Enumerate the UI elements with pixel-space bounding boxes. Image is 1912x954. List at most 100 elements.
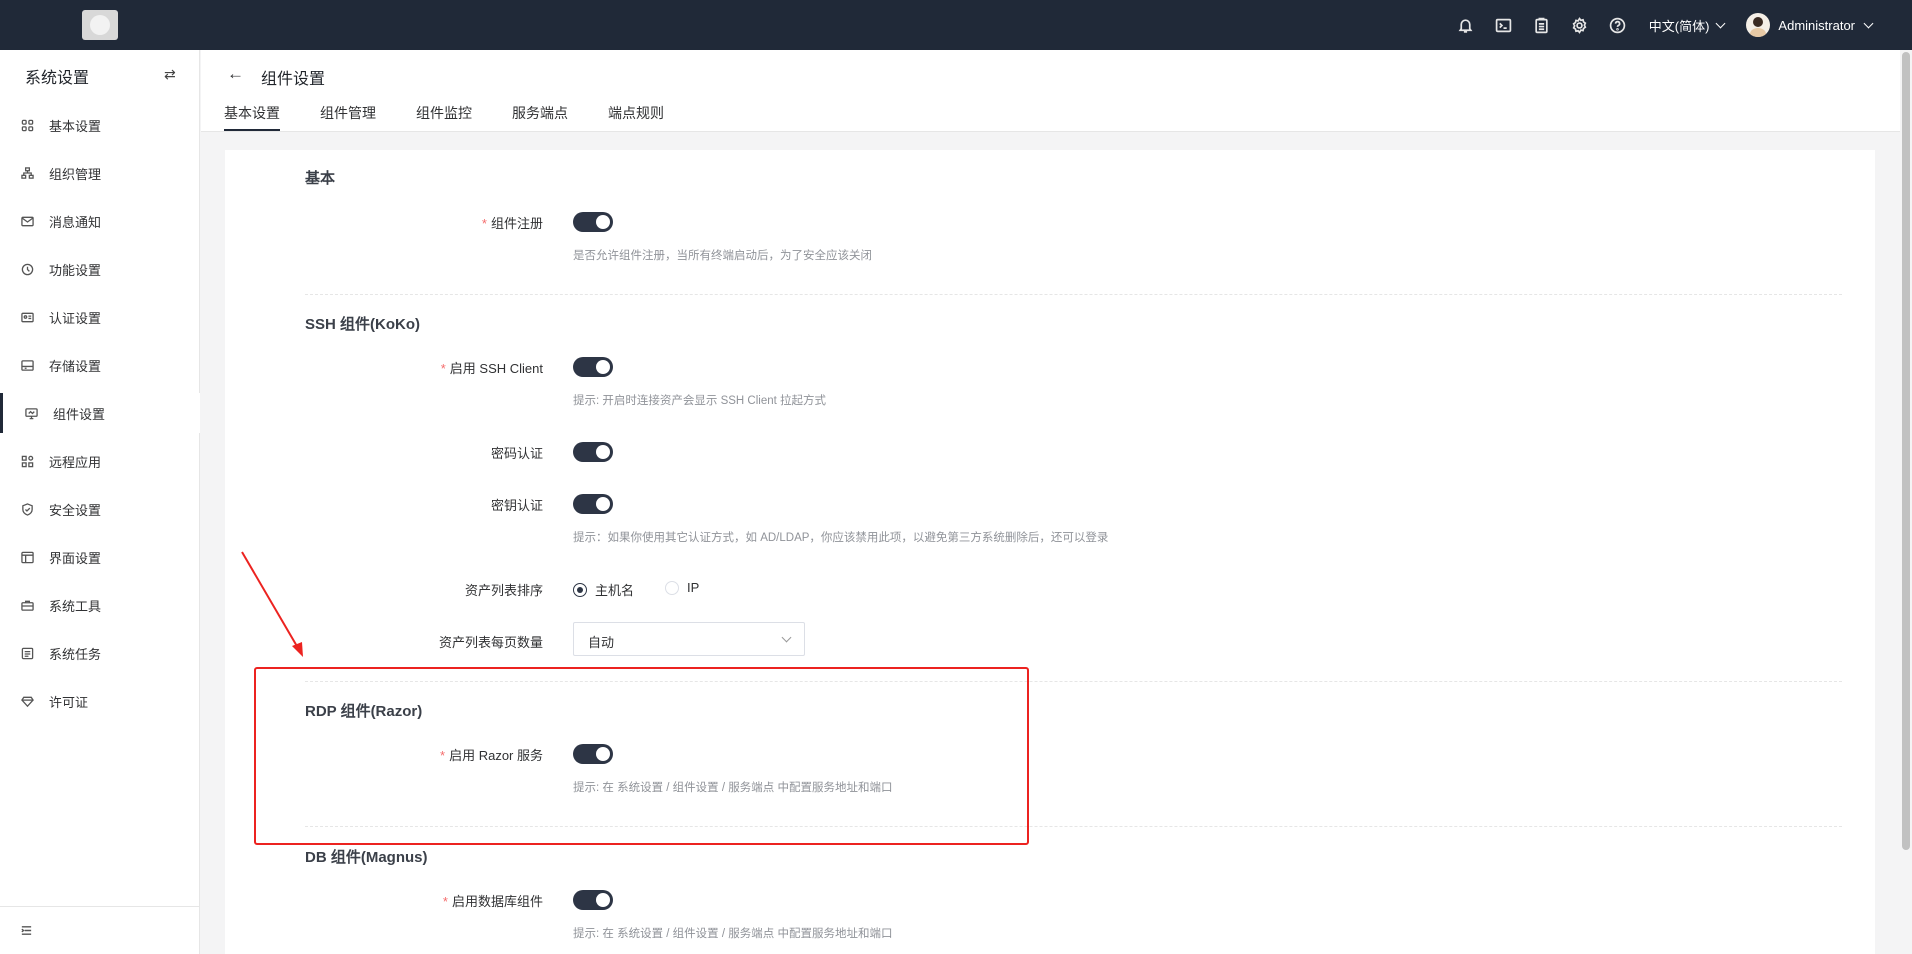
sidebar-item-label: 远程应用 [49,454,102,470]
logo[interactable] [82,10,118,40]
sidebar-item-license[interactable]: 许可证 [0,681,200,721]
scrollbar-thumb[interactable] [1902,52,1910,850]
razor-service-hint: 提示: 在 系统设置 / 组件设置 / 服务端点 中配置服务地址和端口 [573,782,893,794]
razor-service-toggle[interactable] [573,744,613,764]
required-asterisk: * [440,361,446,376]
sidebar-item-organization[interactable]: 组织管理 [0,153,200,193]
password-auth-toggle[interactable] [573,442,613,462]
section-divider [305,294,1842,295]
radio-unchecked-icon [665,580,679,595]
field-label-component-registration: * 组件注册 [481,216,543,231]
apps-icon [20,454,34,468]
ssh-client-hint: 提示: 开启时连接资产会显示 SSH Client 拉起方式 [573,395,827,407]
sidebar-item-tasks[interactable]: 系统任务 [0,633,200,673]
vertical-scrollbar[interactable] [1900,50,1912,954]
radio-label: IP [687,580,700,595]
sidebar-item-label: 组件设置 [53,406,106,422]
ssh-client-toggle[interactable] [573,357,613,377]
radio-sort-ip[interactable]: IP [665,580,699,595]
tab-endpoint-rules[interactable]: 端点规则 [608,103,664,131]
help-icon[interactable] [1599,0,1637,50]
field-label-ssh-client: * 启用 SSH Client [440,361,543,376]
sidebar-item-components[interactable]: 组件设置 [0,393,200,433]
back-arrow-icon[interactable]: ← [227,64,244,84]
sidebar-item-label: 系统工具 [49,598,102,614]
sidebar-item-notifications[interactable]: 消息通知 [0,201,200,241]
swap-icon[interactable]: ⇄ [164,66,176,83]
field-label-page-size: 资产列表每页数量 [438,635,543,650]
terminal-icon[interactable] [1485,0,1523,50]
tasks-icon [20,646,34,660]
top-bar-actions: 中文(简体) Administrator [1447,0,1874,50]
tab-bar: 基本设置 组件管理 组件监控 服务端点 端点规则 [224,103,704,131]
sidebar-item-authentication[interactable]: 认证设置 [0,297,200,337]
sidebar-title: 系统设置 [25,70,90,87]
tab-basic-settings[interactable]: 基本设置 [224,103,280,131]
gear-icon[interactable] [1561,0,1599,50]
org-icon [20,166,34,180]
radio-sort-hostname[interactable]: 主机名 [573,580,634,599]
page-size-select[interactable]: 自动 [573,622,805,656]
field-label-database-component: * 启用数据库组件 [442,894,543,909]
required-asterisk: * [481,216,487,231]
bell-icon[interactable] [1447,0,1485,50]
page-title: 组件设置 [261,71,326,88]
user-menu[interactable]: Administrator [1746,13,1874,37]
sidebar-item-label: 安全设置 [49,502,102,518]
menu-collapse-icon [21,926,32,935]
interface-icon [20,550,34,564]
sidebar: 系统设置 ⇄ 基本设置 组织管理 消息通知 功能设置 认证设置 存储设置 组件设… [0,50,200,954]
avatar [1746,13,1771,37]
sidebar-item-features[interactable]: 功能设置 [0,249,200,289]
top-bar: 中文(简体) Administrator [0,0,1912,50]
tab-component-management[interactable]: 组件管理 [320,103,376,131]
clipboard-icon[interactable] [1523,0,1561,50]
chevron-down-icon [1715,18,1726,28]
sidebar-item-storage[interactable]: 存储设置 [0,345,200,385]
sidebar-item-remote-apps[interactable]: 远程应用 [0,441,200,481]
language-switcher[interactable]: 中文(简体) [1648,16,1726,35]
sidebar-item-basic-settings[interactable]: 基本设置 [0,105,200,145]
section-divider [305,681,1842,682]
component-registration-toggle[interactable] [573,212,613,232]
chevron-down-icon [1863,18,1874,28]
sidebar-item-label: 组织管理 [49,166,102,182]
tab-component-monitoring[interactable]: 组件监控 [416,103,472,131]
sidebar-item-label: 基本设置 [49,118,102,134]
key-auth-hint: 提示：如果你使用其它认证方式，如 AD/LDAP，你应该禁用此项，以避免第三方系… [573,532,1109,544]
sidebar-item-label: 消息通知 [49,214,102,230]
sidebar-item-tools[interactable]: 系统工具 [0,585,200,625]
settings-form-card: 基本 * 组件注册 是否允许组件注册，当所有终端启动后，为了安全应该关闭 SSH … [225,150,1875,954]
database-component-toggle[interactable] [573,890,613,910]
sidebar-item-label: 存储设置 [49,358,102,374]
field-label-password-auth: 密码认证 [490,446,543,461]
radio-checked-icon [573,582,587,597]
grid-icon [20,118,34,132]
field-label-key-auth: 密钥认证 [490,498,543,513]
sidebar-item-label: 系统任务 [49,646,102,662]
tab-service-endpoints[interactable]: 服务端点 [512,103,568,131]
section-divider [305,826,1842,827]
message-icon [20,214,34,228]
database-component-hint: 提示: 在 系统设置 / 组件设置 / 服务端点 中配置服务地址和端口 [573,928,893,940]
component-registration-hint: 是否允许组件注册，当所有终端启动后，为了安全应该关闭 [573,250,872,262]
sidebar-item-label: 功能设置 [49,262,102,278]
key-auth-toggle[interactable] [573,494,613,514]
monitor-icon [24,406,38,420]
section-title-ssh: SSH 组件(KoKo) [305,316,420,333]
field-label-asset-sort: 资产列表排序 [464,583,543,598]
language-label: 中文(简体) [1648,18,1710,34]
feature-icon [20,262,34,276]
storage-icon [20,358,34,372]
sidebar-collapse-button[interactable] [0,906,200,954]
sidebar-item-interface[interactable]: 界面设置 [0,537,200,577]
chevron-down-icon [781,632,792,643]
section-title-db: DB 组件(Magnus) [305,849,428,866]
required-asterisk: * [440,748,446,763]
page-header: ← 组件设置 基本设置 组件管理 组件监控 服务端点 端点规则 [201,50,1900,132]
shield-icon [20,502,34,516]
section-title-rdp: RDP 组件(Razor) [305,703,423,720]
select-value: 自动 [588,635,615,650]
sidebar-item-security[interactable]: 安全设置 [0,489,200,529]
username: Administrator [1778,17,1855,33]
